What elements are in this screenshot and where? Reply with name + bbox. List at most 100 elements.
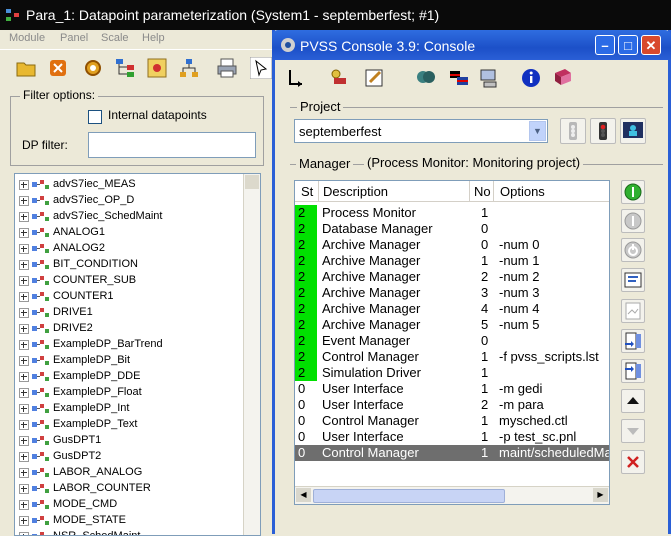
minimize-button[interactable]: – bbox=[595, 35, 615, 55]
col-header-no[interactable]: No bbox=[474, 184, 491, 199]
table-row[interactable]: 2 Archive Manager 1 -num 1 bbox=[295, 253, 609, 269]
expand-icon[interactable] bbox=[19, 324, 29, 334]
close-panel-icon[interactable] bbox=[47, 57, 69, 79]
language-flags-icon[interactable] bbox=[448, 67, 470, 89]
stop-project-button[interactable] bbox=[560, 118, 586, 144]
close-button[interactable]: ✕ bbox=[641, 35, 661, 55]
kill-manager-button[interactable] bbox=[621, 238, 645, 262]
table-row[interactable]: 2 Simulation Driver 1 bbox=[295, 365, 609, 381]
console-titlebar[interactable]: PVSS Console 3.9: Console – □ ✕ bbox=[272, 30, 671, 60]
expand-icon[interactable] bbox=[19, 420, 29, 430]
menu-panel[interactable]: Panel bbox=[60, 32, 88, 44]
user-key-icon[interactable] bbox=[328, 67, 350, 89]
open-folder-icon[interactable] bbox=[15, 57, 37, 79]
stop-manager-button[interactable] bbox=[621, 209, 645, 233]
append-manager-button[interactable] bbox=[621, 329, 645, 353]
col-header-description[interactable]: Description bbox=[323, 184, 388, 199]
info-icon[interactable] bbox=[520, 67, 542, 89]
table-row[interactable]: 2 Archive Manager 4 -num 4 bbox=[295, 301, 609, 317]
project-admin-button[interactable] bbox=[620, 118, 646, 144]
tree-item-label: MODE_STATE bbox=[53, 514, 126, 526]
expand-icon[interactable] bbox=[19, 356, 29, 366]
dp-filter-input[interactable] bbox=[88, 132, 256, 158]
tree-scrollbar[interactable] bbox=[243, 174, 260, 535]
pointer-icon[interactable] bbox=[250, 57, 272, 79]
col-separator[interactable] bbox=[469, 181, 470, 201]
network-icon[interactable] bbox=[178, 57, 200, 79]
tree-item-label: MODE_CMD bbox=[53, 498, 118, 510]
computer-icon[interactable] bbox=[478, 67, 500, 89]
col-header-st[interactable]: St bbox=[301, 184, 313, 199]
table-row[interactable]: 2 Process Monitor 1 bbox=[295, 205, 609, 221]
manager-log-button[interactable] bbox=[621, 299, 645, 323]
scroll-left-button[interactable]: ◀ bbox=[296, 488, 311, 502]
table-hscrollbar[interactable]: ◀ ▶ bbox=[295, 486, 609, 504]
expand-icon[interactable] bbox=[19, 372, 29, 382]
start-manager-button[interactable] bbox=[621, 180, 645, 204]
datapoint-icon bbox=[32, 228, 49, 237]
table-row[interactable]: 0 Control Manager 1 mysched.ctl bbox=[295, 413, 609, 429]
expand-icon[interactable] bbox=[19, 516, 29, 526]
number-cell: 2 bbox=[481, 397, 489, 412]
expand-icon[interactable] bbox=[19, 196, 29, 206]
edit-properties-icon[interactable] bbox=[364, 67, 386, 89]
chevron-down-icon[interactable]: ▼ bbox=[529, 121, 546, 141]
expand-icon[interactable] bbox=[19, 532, 29, 535]
expand-icon[interactable] bbox=[19, 292, 29, 302]
expand-icon[interactable] bbox=[19, 404, 29, 414]
table-row[interactable]: 0 Control Manager 1 maint/scheduledMa bbox=[295, 445, 609, 461]
help-book-icon[interactable] bbox=[552, 67, 574, 89]
table-row[interactable]: 2 Archive Manager 5 -num 5 bbox=[295, 317, 609, 333]
table-row[interactable]: 2 Database Manager 0 bbox=[295, 221, 609, 237]
expand-icon[interactable] bbox=[19, 436, 29, 446]
start-project-button[interactable] bbox=[590, 118, 616, 144]
expand-icon[interactable] bbox=[19, 340, 29, 350]
table-row[interactable]: 2 Archive Manager 2 -num 2 bbox=[295, 269, 609, 285]
maximize-button[interactable]: □ bbox=[618, 35, 638, 55]
col-header-options[interactable]: Options bbox=[500, 184, 545, 199]
expand-icon[interactable] bbox=[19, 452, 29, 462]
internal-datapoints-checkbox[interactable] bbox=[88, 110, 102, 124]
col-separator[interactable] bbox=[318, 181, 319, 201]
expand-icon[interactable] bbox=[19, 468, 29, 478]
back-window-titlebar[interactable]: Para_1: Datapoint parameterization (Syst… bbox=[0, 0, 671, 30]
menu-module[interactable]: Module bbox=[9, 32, 45, 44]
expand-icon[interactable] bbox=[19, 388, 29, 398]
config-icon[interactable] bbox=[146, 57, 168, 79]
insert-manager-icon[interactable] bbox=[286, 67, 308, 89]
expand-icon[interactable] bbox=[19, 484, 29, 494]
col-separator[interactable] bbox=[493, 181, 494, 201]
remove-manager-button[interactable] bbox=[621, 450, 645, 474]
table-row[interactable]: 2 Event Manager 0 bbox=[295, 333, 609, 349]
manager-properties-button[interactable] bbox=[621, 268, 645, 292]
manager-table[interactable]: St Description No Options 2 Process Monit… bbox=[294, 180, 610, 505]
hscroll-thumb[interactable] bbox=[313, 489, 505, 503]
project-select[interactable]: septemberfest ▼ bbox=[294, 119, 548, 143]
table-row[interactable]: 2 Control Manager 1 -f pvss_scripts.lst bbox=[295, 349, 609, 365]
expand-icon[interactable] bbox=[19, 212, 29, 222]
table-row[interactable]: 2 Archive Manager 0 -num 0 bbox=[295, 237, 609, 253]
menu-scale[interactable]: Scale bbox=[101, 32, 129, 44]
expand-icon[interactable] bbox=[19, 244, 29, 254]
scroll-up-button[interactable] bbox=[245, 175, 259, 189]
heads-icon[interactable] bbox=[415, 67, 437, 89]
move-down-button[interactable] bbox=[621, 419, 645, 443]
scroll-right-button[interactable]: ▶ bbox=[593, 488, 608, 502]
table-row[interactable]: 2 Archive Manager 3 -num 3 bbox=[295, 285, 609, 301]
hierarchy-icon[interactable] bbox=[114, 57, 136, 79]
print-icon[interactable] bbox=[216, 57, 238, 79]
expand-icon[interactable] bbox=[19, 276, 29, 286]
expand-icon[interactable] bbox=[19, 180, 29, 190]
expand-icon[interactable] bbox=[19, 228, 29, 238]
table-row[interactable]: 0 User Interface 2 -m para bbox=[295, 397, 609, 413]
expand-icon[interactable] bbox=[19, 308, 29, 318]
gear-icon[interactable] bbox=[82, 57, 104, 79]
insert-manager-button[interactable] bbox=[621, 359, 645, 383]
datapoint-tree[interactable]: advS7iec_MEAS advS7iec_OP_D advS7iec_Sched… bbox=[14, 173, 261, 536]
expand-icon[interactable] bbox=[19, 500, 29, 510]
table-row[interactable]: 0 User Interface 1 -m gedi bbox=[295, 381, 609, 397]
table-row[interactable]: 0 User Interface 1 -p test_sc.pnl bbox=[295, 429, 609, 445]
menu-help[interactable]: Help bbox=[142, 32, 165, 44]
expand-icon[interactable] bbox=[19, 260, 29, 270]
move-up-button[interactable] bbox=[621, 389, 645, 413]
